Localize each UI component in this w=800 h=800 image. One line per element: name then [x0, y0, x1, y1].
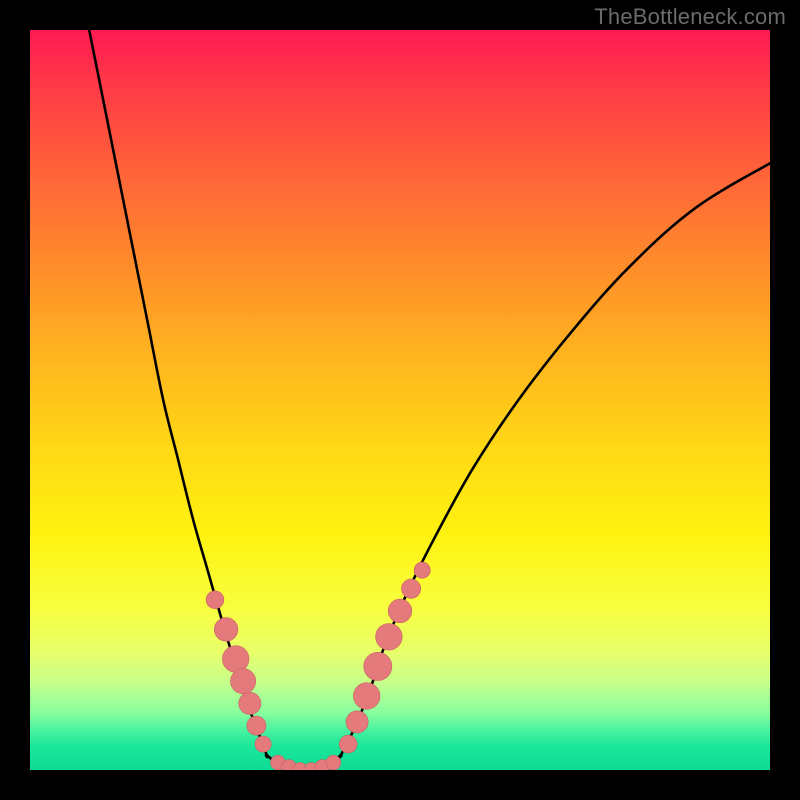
left-beads-marker [247, 716, 266, 735]
right-beads-marker [339, 735, 357, 753]
left-beads-marker [214, 618, 238, 642]
left-beads-marker [206, 591, 224, 609]
right-beads-marker [376, 624, 403, 651]
floor-beads-marker [326, 755, 341, 770]
plot-area [30, 30, 770, 770]
right-beads-marker [353, 683, 380, 710]
bottleneck-curve [89, 30, 770, 770]
right-beads-marker [414, 562, 430, 578]
beads-group [206, 562, 430, 770]
left-beads-marker [231, 669, 256, 694]
chart-frame: TheBottleneck.com [0, 0, 800, 800]
right-beads-marker [364, 652, 392, 680]
left-beads-marker [255, 736, 271, 752]
left-beads-marker [222, 646, 249, 673]
right-beads-marker [388, 599, 412, 623]
right-beads-marker [346, 711, 368, 733]
right-beads-marker [402, 579, 421, 598]
watermark-text: TheBottleneck.com [594, 4, 786, 30]
curve-layer [30, 30, 770, 770]
left-beads-marker [239, 692, 261, 714]
